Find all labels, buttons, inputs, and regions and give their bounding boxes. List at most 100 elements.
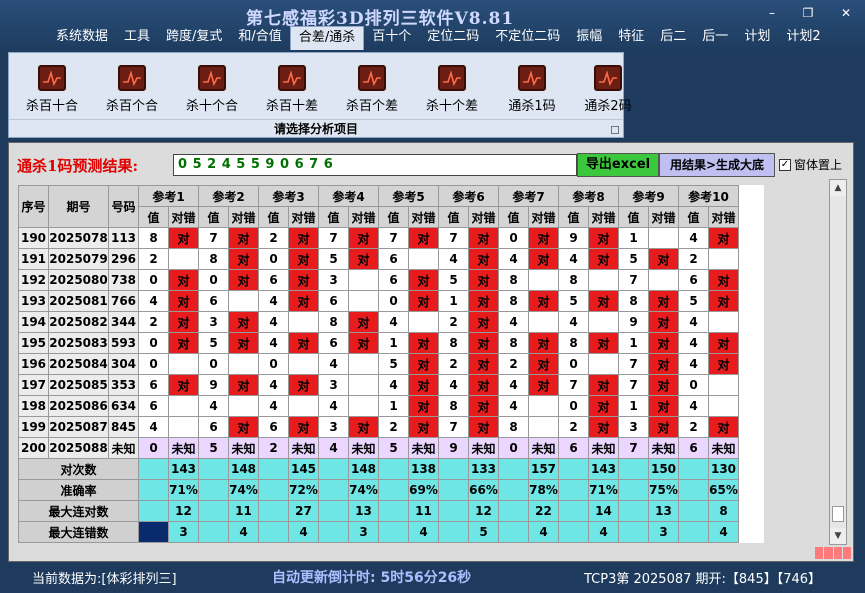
scroll-thumb[interactable] [832,506,844,522]
close-icon[interactable]: ✕ [836,4,856,22]
table-row: 195 2025083 593 0 对 5 对 4 对 6 对 1 对 8 对 8 对 8 对 1 对 4 对 [18,332,739,354]
menu-item[interactable]: 和/合值 [230,26,289,50]
export-excel-button[interactable]: 导出excel [577,153,659,177]
ref-value: 4 [378,374,409,396]
miss-cell [408,311,439,333]
menu-item[interactable]: 计划2 [778,26,828,50]
ref-value: 5 [318,248,349,270]
menu-item[interactable]: 合差/通杀 [289,26,365,50]
ref-value: 7 [558,374,589,396]
ribbon-button-label: 杀百十合 [25,99,78,114]
value-subheader: 值 [618,206,649,228]
miss-cell [348,269,379,291]
hit-cell: 对 [408,227,439,249]
ribbon-button[interactable]: 杀十个差 [415,65,489,115]
ref-value: 0 [258,248,289,270]
hit-cell: 对 [588,374,619,396]
menu-item[interactable]: 特征 [610,26,652,50]
ribbon-button[interactable]: 通杀1码 [495,65,569,115]
ribbon-button[interactable]: 杀百个差 [335,65,409,115]
result-subheader: 对错 [228,206,259,228]
hit-cell: 对 [648,374,679,396]
menu-item[interactable]: 定位二码 [419,26,487,50]
ref-group-header: 参考6 [438,185,499,207]
vertical-scrollbar[interactable]: ▲ ▼ [829,179,847,545]
ribbon-button-label: 杀十个差 [425,99,478,114]
ribbon-button[interactable]: 杀十个合 [175,65,249,115]
value-subheader: 值 [258,206,289,228]
menu-item[interactable]: 系统数据 [48,26,116,50]
hit-cell: 对 [228,248,259,270]
ref-value: 8 [498,269,529,291]
hit-cell: 对 [708,332,739,354]
hit-cell: 对 [588,332,619,354]
checkbox-box[interactable]: ✓ [779,158,791,171]
ref-value: 8 [618,290,649,312]
ref-value: 8 [498,416,529,438]
ref-value: 6 [138,395,169,417]
menu-item[interactable]: 振幅 [568,26,610,50]
ref-value: 6 [318,290,349,312]
stat-spacer [258,458,289,480]
stat-value: 5 [468,521,499,543]
prediction-result-field[interactable]: 0 5 2 4 5 5 9 0 6 7 6 [173,154,577,176]
menu-item[interactable]: 工具 [116,26,158,50]
hit-cell: 对 [468,227,499,249]
seq-header: 序号 [18,185,49,228]
hit-cell: 对 [648,332,679,354]
stat-spacer [558,458,589,480]
topmost-checkbox[interactable]: ✓ 窗体置上 [779,156,842,173]
ref-value: 8 [198,248,229,270]
hit-cell: 对 [468,374,499,396]
ribbon-button[interactable]: 杀百十差 [255,65,329,115]
pending-value: 6 [678,437,709,459]
dialog-launcher-icon[interactable] [611,126,619,134]
ref-value: 7 [318,227,349,249]
ref-value: 0 [138,332,169,354]
menu-item[interactable]: 百十个 [364,26,419,50]
hit-cell: 对 [168,332,199,354]
scroll-down-icon[interactable]: ▼ [830,528,846,544]
menu-item[interactable]: 不定位二码 [487,26,568,50]
ref-value: 4 [138,416,169,438]
hit-cell: 对 [408,290,439,312]
stat-value: 148 [348,458,379,480]
hit-cell: 对 [468,269,499,291]
ref-value: 8 [558,332,589,354]
menu-bar: 系统数据 工具 跨度/复式 和/合值 合差/通杀 百十个 定位二码 不定位二码 振幅 特征 后二 后一… [48,26,829,50]
menu-item[interactable]: 跨度/复式 [158,26,230,50]
ref-value: 5 [438,269,469,291]
result-subheader: 对错 [408,206,439,228]
stat-spacer [258,500,289,522]
ribbon-button[interactable]: 杀百十合 [15,65,89,115]
ribbon-button[interactable]: 杀百个合 [95,65,169,115]
ref-value: 0 [558,353,589,375]
stat-value: 3 [348,521,379,543]
minimize-icon[interactable]: – [762,4,782,22]
table-row: 197 2025085 353 6 对 9 对 4 对 3 4 对 4 对 4 对 7 对 7 对 0 [18,374,739,396]
menu-item[interactable]: 后二 [652,26,694,50]
stat-value: 150 [648,458,679,480]
menu-item[interactable]: 计划 [736,26,778,50]
hit-cell: 对 [168,269,199,291]
ref-value: 1 [378,332,409,354]
ref-group-header: 参考10 [678,185,739,207]
miss-cell [168,416,199,438]
ref-value: 4 [258,374,289,396]
generate-base-button[interactable]: 用结果>生成大底 [659,153,775,177]
row-period: 2025083 [48,332,109,354]
value-subheader: 值 [678,206,709,228]
scroll-up-icon[interactable]: ▲ [830,180,846,196]
ref-value: 0 [198,269,229,291]
ref-value: 4 [198,395,229,417]
menu-item[interactable]: 后一 [694,26,736,50]
restore-icon[interactable]: ❐ [798,4,818,22]
hit-cell: 对 [408,395,439,417]
hit-cell: 对 [588,416,619,438]
miss-cell [348,395,379,417]
ribbon-button[interactable]: 通杀2码 [571,65,645,115]
prediction-label: 通杀1码预测结果: [17,157,138,175]
ref-value: 7 [618,353,649,375]
stat-spacer [258,479,289,501]
hit-cell: 对 [288,332,319,354]
